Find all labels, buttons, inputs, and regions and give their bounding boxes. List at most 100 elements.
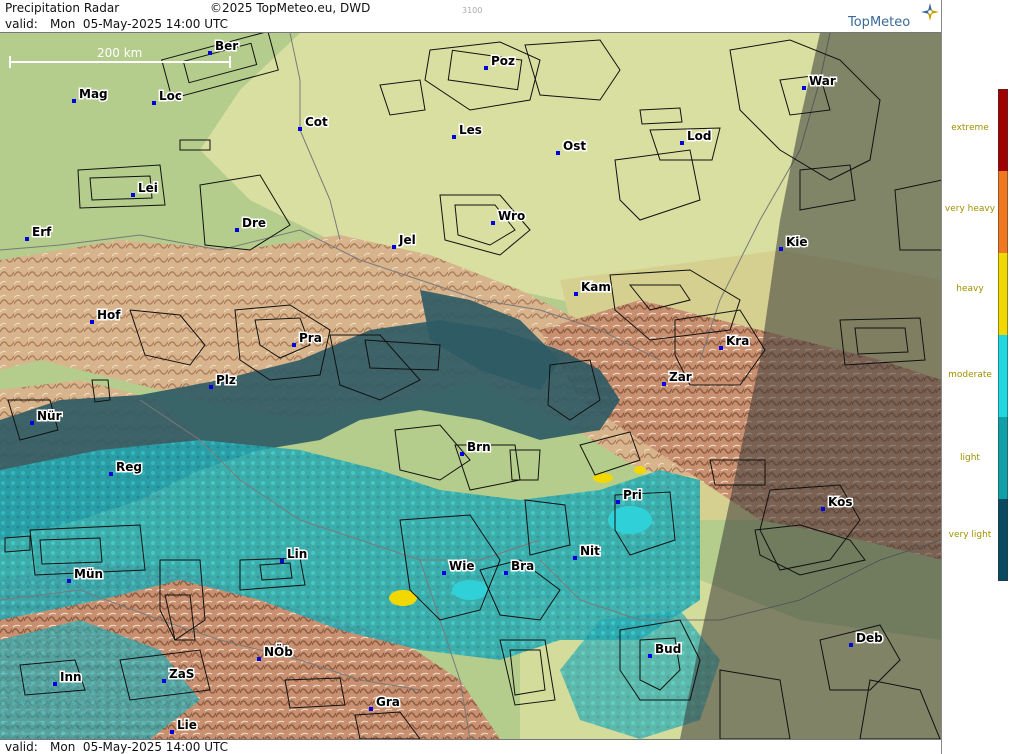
- footer-bar: valid: Mon 05-May-2025 14:00 UTC: [0, 739, 941, 754]
- city-dot: [209, 385, 213, 389]
- city-label: Inn: [60, 670, 82, 684]
- city-label: Ber: [215, 39, 238, 53]
- city-label: Mün: [74, 567, 103, 581]
- valid-label: valid:: [5, 17, 38, 31]
- city-dot: [802, 86, 806, 90]
- legend-label-moderate: moderate: [948, 370, 992, 380]
- city-label: Bud: [655, 642, 681, 656]
- city-dot: [680, 141, 684, 145]
- city-label: War: [809, 74, 836, 88]
- city-label: Kam: [581, 280, 611, 294]
- city-dot: [392, 245, 396, 249]
- city-label: Gra: [376, 695, 400, 709]
- city-dot: [162, 679, 166, 683]
- city-dot: [616, 500, 620, 504]
- city-label: Lod: [687, 129, 711, 143]
- city-dot: [25, 237, 29, 241]
- city-dot: [484, 66, 488, 70]
- city-label: Nür: [37, 409, 62, 423]
- city-dot: [460, 452, 464, 456]
- valid-time: Mon 05-May-2025 14:00 UTC: [50, 17, 228, 31]
- city-dot: [821, 507, 825, 511]
- footer-valid-label: valid:: [5, 740, 38, 754]
- precipitation-heavy-cell-3: [634, 466, 646, 474]
- city-dot: [573, 556, 577, 560]
- radar-map-frame: Precipitation Radar ©2025 TopMeteo.eu, D…: [0, 0, 942, 754]
- city-label: Plz: [216, 373, 236, 387]
- legend-label-very-heavy: very heavy: [944, 204, 996, 214]
- legend-swatch-heavy: [998, 253, 1008, 335]
- city-dot: [280, 559, 284, 563]
- city-dot: [170, 730, 174, 734]
- city-dot: [648, 654, 652, 658]
- city-dot: [90, 320, 94, 324]
- city-dot: [369, 707, 373, 711]
- city-dot: [574, 292, 578, 296]
- city-dot: [298, 127, 302, 131]
- city-label: Zar: [669, 370, 692, 384]
- map-code: 3100: [462, 6, 483, 15]
- precipitation-moderate-cell: [452, 580, 488, 600]
- city-dot: [779, 247, 783, 251]
- city-label: Lie: [177, 718, 197, 732]
- city-dot: [152, 101, 156, 105]
- city-label: Mag: [79, 87, 108, 101]
- city-label: Brn: [467, 440, 491, 454]
- city-dot: [662, 382, 666, 386]
- city-dot: [235, 228, 239, 232]
- precipitation-legend: extreme very heavy heavy moderate light …: [942, 0, 1033, 754]
- compass-logo-icon: [921, 3, 939, 21]
- city-dot: [491, 221, 495, 225]
- city-dot: [719, 346, 723, 350]
- city-dot: [504, 571, 508, 575]
- city-dot: [442, 571, 446, 575]
- city-label: Pri: [623, 488, 642, 502]
- city-label: Nit: [580, 544, 600, 558]
- city-label: ZaS: [169, 667, 194, 681]
- city-label: Kos: [828, 495, 852, 509]
- city-label: Wro: [498, 209, 525, 223]
- city-label: Wie: [449, 559, 475, 573]
- city-label: Hof: [97, 308, 121, 322]
- topmeteo-logo: TopMeteo: [848, 15, 911, 30]
- city-label: Loc: [159, 89, 182, 103]
- city-dot: [849, 643, 853, 647]
- city-label: Jel: [398, 233, 416, 247]
- city-label: Kra: [726, 334, 749, 348]
- copyright-text: ©2025 TopMeteo.eu, DWD: [210, 1, 371, 15]
- city-label: Reg: [116, 460, 142, 474]
- map-canvas[interactable]: 200 km Ber Poz Mag Loc War Cot Les Lod Ost Lei Wro…: [0, 33, 942, 739]
- city-dot: [30, 421, 34, 425]
- city-dot: [131, 193, 135, 197]
- legend-color-bar: [998, 89, 1008, 581]
- city-label: Kie: [786, 235, 808, 249]
- city-label: Les: [459, 123, 482, 137]
- legend-label-extreme: extreme: [951, 123, 989, 133]
- city-label: NÖb: [264, 644, 293, 659]
- city-dot: [109, 472, 113, 476]
- legend-label-very-light: very light: [948, 530, 992, 540]
- legend-swatch-very-light: [998, 499, 1008, 581]
- scale-bar-label: 200 km: [97, 46, 142, 60]
- city-dot: [452, 135, 456, 139]
- city-label: Cot: [305, 115, 328, 129]
- city-dot: [208, 51, 212, 55]
- city-label: Erf: [32, 225, 52, 239]
- city-label: Pra: [299, 331, 322, 345]
- legend-label-heavy: heavy: [956, 284, 984, 294]
- city-label: Lin: [287, 547, 307, 561]
- city-label: Poz: [491, 54, 515, 68]
- header-bar: Precipitation Radar ©2025 TopMeteo.eu, D…: [0, 0, 941, 33]
- city-dot: [556, 151, 560, 155]
- city-label: Ost: [563, 139, 586, 153]
- city-dot: [67, 579, 71, 583]
- footer-valid-time: Mon 05-May-2025 14:00 UTC: [50, 740, 228, 754]
- city-dot: [72, 99, 76, 103]
- map-title: Precipitation Radar: [5, 1, 120, 15]
- city-dot: [257, 657, 261, 661]
- city-dot: [53, 682, 57, 686]
- city-label: Dre: [242, 216, 266, 230]
- city-dot: [292, 343, 296, 347]
- legend-label-light: light: [960, 453, 980, 463]
- city-label: Deb: [856, 631, 883, 645]
